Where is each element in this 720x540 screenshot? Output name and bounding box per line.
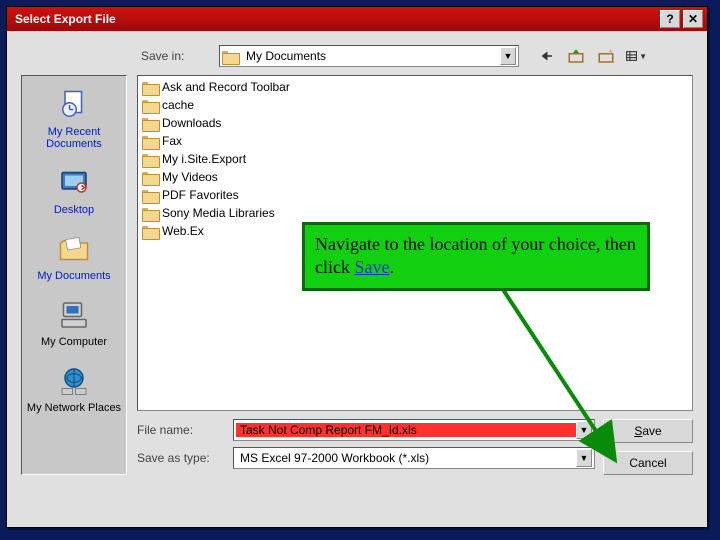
place-label: My Network Places bbox=[27, 402, 121, 414]
list-item[interactable]: My i.Site.Export bbox=[140, 150, 690, 168]
callout-text-end: . bbox=[389, 257, 394, 277]
up-one-level-button[interactable] bbox=[565, 45, 587, 67]
type-combo[interactable]: MS Excel 97-2000 Workbook (*.xls) ▼ bbox=[233, 447, 595, 469]
save-in-combo[interactable]: My Documents ▼ bbox=[219, 45, 519, 67]
cancel-button-label: Cancel bbox=[629, 456, 666, 470]
toolbar-buttons: ▼ bbox=[535, 45, 647, 67]
place-my-documents[interactable]: My Documents bbox=[22, 224, 126, 290]
filename-value: Task Not Comp Report FM_Id.xls bbox=[236, 423, 576, 437]
place-label: My Computer bbox=[41, 336, 107, 348]
list-item[interactable]: My Videos bbox=[140, 168, 690, 186]
titlebar: Select Export File ? ✕ bbox=[7, 7, 707, 31]
place-label: My Documents bbox=[37, 270, 110, 282]
list-item[interactable]: Fax bbox=[140, 132, 690, 150]
field-column: File name: Task Not Comp Report FM_Id.xl… bbox=[137, 419, 595, 475]
chevron-down-icon[interactable]: ▼ bbox=[576, 449, 592, 467]
chevron-down-icon[interactable]: ▼ bbox=[500, 47, 516, 65]
type-value: MS Excel 97-2000 Workbook (*.xls) bbox=[236, 451, 576, 465]
place-label: Desktop bbox=[54, 204, 94, 216]
button-column: Save Cancel bbox=[603, 419, 693, 475]
help-button[interactable]: ? bbox=[660, 10, 680, 28]
folder-name: Sony Media Libraries bbox=[162, 206, 275, 220]
recent-documents-icon bbox=[55, 86, 93, 124]
place-label: My Recent Documents bbox=[26, 126, 122, 150]
chevron-down-icon: ▼ bbox=[639, 52, 647, 61]
type-label: Save as type: bbox=[137, 451, 233, 465]
folder-name: My i.Site.Export bbox=[162, 152, 246, 166]
type-row: Save as type: MS Excel 97-2000 Workbook … bbox=[137, 447, 595, 469]
save-in-label: Save in: bbox=[141, 49, 211, 63]
folder-name: Web.Ex bbox=[162, 224, 204, 238]
cancel-button[interactable]: Cancel bbox=[603, 451, 693, 475]
folder-icon bbox=[142, 80, 158, 94]
folder-name: Ask and Record Toolbar bbox=[162, 80, 290, 94]
places-bar: My Recent Documents Desktop My Documents bbox=[21, 75, 127, 475]
folder-name: Fax bbox=[162, 134, 182, 148]
folder-icon bbox=[142, 116, 158, 130]
folder-icon bbox=[142, 188, 158, 202]
list-item[interactable]: Downloads bbox=[140, 114, 690, 132]
list-item[interactable]: Ask and Record Toolbar bbox=[140, 78, 690, 96]
save-in-value: My Documents bbox=[242, 49, 500, 63]
save-button-rest: ave bbox=[642, 424, 661, 438]
dialog-title: Select Export File bbox=[11, 12, 657, 26]
place-network-places[interactable]: My Network Places bbox=[22, 356, 126, 422]
folder-icon bbox=[142, 134, 158, 148]
close-button[interactable]: ✕ bbox=[683, 10, 703, 28]
folder-icon bbox=[142, 152, 158, 166]
folder-icon bbox=[142, 224, 158, 238]
folder-icon bbox=[142, 206, 158, 220]
place-desktop[interactable]: Desktop bbox=[22, 158, 126, 224]
filename-row: File name: Task Not Comp Report FM_Id.xl… bbox=[137, 419, 595, 441]
place-recent-documents[interactable]: My Recent Documents bbox=[22, 80, 126, 158]
filename-combo[interactable]: Task Not Comp Report FM_Id.xls ▼ bbox=[233, 419, 595, 441]
callout-save-link: Save bbox=[354, 257, 389, 277]
folder-name: cache bbox=[162, 98, 194, 112]
back-button[interactable] bbox=[535, 45, 557, 67]
my-documents-icon bbox=[55, 230, 93, 268]
network-places-icon bbox=[55, 362, 93, 400]
my-computer-icon bbox=[55, 296, 93, 334]
folder-name: Downloads bbox=[162, 116, 221, 130]
filename-label: File name: bbox=[137, 423, 233, 437]
instruction-callout: Navigate to the location of your choice,… bbox=[302, 222, 650, 291]
new-folder-button[interactable] bbox=[595, 45, 617, 67]
bottom-rows: File name: Task Not Comp Report FM_Id.xl… bbox=[137, 419, 693, 475]
folder-icon bbox=[142, 170, 158, 184]
list-item[interactable]: cache bbox=[140, 96, 690, 114]
folder-name: PDF Favorites bbox=[162, 188, 239, 202]
views-button[interactable]: ▼ bbox=[625, 45, 647, 67]
folder-icon bbox=[142, 98, 158, 112]
list-item[interactable]: PDF Favorites bbox=[140, 186, 690, 204]
desktop-icon bbox=[55, 164, 93, 202]
save-in-row: Save in: My Documents ▼ ▼ bbox=[141, 45, 693, 67]
folder-icon bbox=[222, 49, 238, 63]
list-item[interactable]: Sony Media Libraries bbox=[140, 204, 690, 222]
save-button[interactable]: Save bbox=[603, 419, 693, 443]
place-my-computer[interactable]: My Computer bbox=[22, 290, 126, 356]
folder-name: My Videos bbox=[162, 170, 218, 184]
chevron-down-icon[interactable]: ▼ bbox=[576, 421, 592, 439]
